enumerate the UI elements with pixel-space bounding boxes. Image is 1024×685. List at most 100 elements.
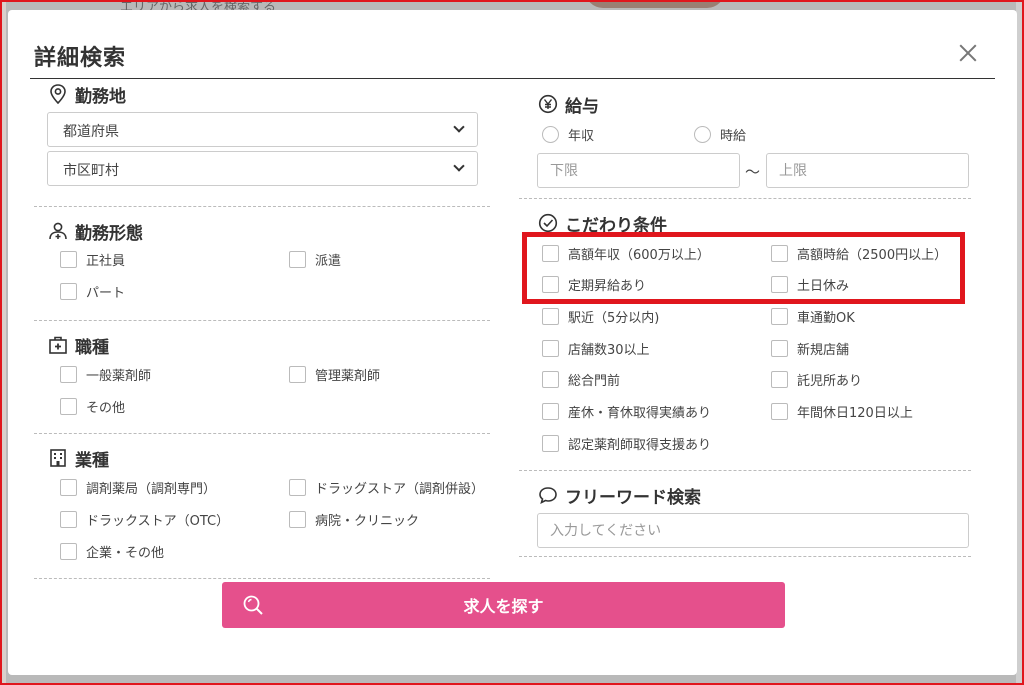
checkbox-pref-high-annual[interactable]: 高額年収（600万以上） — [542, 244, 710, 263]
section-occupation: 職種 一般薬剤師 管理薬剤師 その他 — [34, 321, 490, 434]
section-industry: 業種 調剤薬局（調剤専門） ドラッグストア（調剤併設） ドラックストア（OTC）… — [34, 434, 490, 579]
checkbox-label: 派遣 — [315, 254, 342, 269]
checkbox-box[interactable] — [60, 479, 77, 496]
checkbox-label: 車通勤OK — [797, 311, 855, 326]
checkbox-label: 高額年収（600万以上） — [568, 248, 710, 263]
checkbox-pref-30-stores[interactable]: 店舗数30以上 — [542, 339, 650, 358]
checkbox-box[interactable] — [289, 251, 306, 268]
checkbox-box[interactable] — [771, 371, 788, 388]
checkbox-box[interactable] — [542, 371, 559, 388]
checkbox-box[interactable] — [60, 283, 77, 300]
city-select[interactable]: 市区町村 — [47, 151, 478, 186]
checkbox-box[interactable] — [60, 511, 77, 528]
salary-max-input[interactable] — [766, 153, 969, 188]
checkbox-pref-certification-support[interactable]: 認定薬剤師取得支援あり — [542, 434, 711, 453]
checkbox-box[interactable] — [542, 276, 559, 293]
radio-salary-hourly[interactable]: 時給 — [694, 125, 746, 144]
radio-label: 時給 — [720, 129, 747, 144]
section-heading-freeword: フリーワード検索 — [537, 483, 701, 508]
checkbox-industry-drugstore-otc[interactable]: ドラックストア（OTC） — [60, 510, 229, 529]
freeword-input[interactable] — [537, 513, 969, 548]
checkbox-pref-120-holidays[interactable]: 年間休日120日以上 — [771, 402, 913, 421]
checkbox-box[interactable] — [289, 366, 306, 383]
checkbox-industry-company[interactable]: 企業・その他 — [60, 542, 164, 561]
checkbox-industry-drugstore-dispensing[interactable]: ドラッグストア（調剤併設） — [289, 478, 484, 497]
checkbox-pref-daycare[interactable]: 託児所あり — [771, 370, 862, 389]
radio-button[interactable] — [694, 126, 711, 143]
checkbox-box[interactable] — [542, 308, 559, 325]
checkbox-label: ドラックストア（OTC） — [86, 514, 230, 529]
section-employment: 勤務形態 正社員 派遣 パート — [34, 207, 490, 321]
checkbox-pref-general-hospital-front[interactable]: 総合門前 — [542, 370, 620, 389]
checkbox-box[interactable] — [771, 245, 788, 262]
checkbox-box[interactable] — [542, 403, 559, 420]
checkbox-box[interactable] — [289, 511, 306, 528]
search-jobs-button[interactable]: 求人を探す — [222, 582, 785, 628]
checkbox-label: 調剤薬局（調剤専門） — [86, 482, 217, 497]
checkbox-label: 認定薬剤師取得支援あり — [568, 438, 712, 453]
radio-label: 年収 — [568, 129, 595, 144]
checkbox-industry-dispensing-pharmacy[interactable]: 調剤薬局（調剤専門） — [60, 478, 216, 497]
yen-icon — [537, 93, 559, 115]
checkbox-occupation-manager[interactable]: 管理薬剤師 — [289, 365, 380, 384]
checkbox-box[interactable] — [771, 403, 788, 420]
checkbox-box[interactable] — [542, 340, 559, 357]
left-column: 勤務地 都道府県 市区町村 勤務形態 正社員 派遣 パート 職種 一般薬剤師 管… — [34, 82, 490, 579]
section-label: 勤務形態 — [75, 223, 143, 244]
checkbox-box[interactable] — [289, 479, 306, 496]
checkbox-pref-regular-raise[interactable]: 定期昇給あり — [542, 275, 646, 294]
checkbox-label: パート — [86, 286, 126, 301]
checkbox-pref-weekends-off[interactable]: 土日休み — [771, 275, 849, 294]
checkbox-box[interactable] — [771, 308, 788, 325]
salary-min-input[interactable] — [537, 153, 740, 188]
checkbox-label: 一般薬剤師 — [86, 369, 152, 384]
checkbox-box[interactable] — [60, 543, 77, 560]
checkbox-label: その他 — [86, 401, 126, 416]
section-label: フリーワード検索 — [565, 487, 701, 508]
checkbox-employment-parttime[interactable]: パート — [60, 282, 125, 301]
checkbox-pref-maternity-leave[interactable]: 産休・育休取得実績あり — [542, 402, 711, 421]
checkbox-box[interactable] — [542, 245, 559, 262]
prefecture-select[interactable]: 都道府県 — [47, 112, 478, 147]
checkbox-industry-hospital[interactable]: 病院・クリニック — [289, 510, 419, 529]
section-heading-workplace: 勤務地 — [47, 82, 490, 107]
checkbox-box[interactable] — [771, 276, 788, 293]
close-icon[interactable] — [955, 40, 981, 66]
section-salary: 給与 年収 時給 ～ — [519, 82, 971, 199]
checkbox-pref-new-store[interactable]: 新規店舗 — [771, 339, 849, 358]
checkbox-box[interactable] — [60, 398, 77, 415]
section-preferences: こだわり条件 高額年収（600万以上） 高額時給（2500円以上） 定期昇給あり… — [519, 199, 971, 471]
building-icon — [47, 447, 69, 469]
section-freeword: フリーワード検索 — [519, 471, 971, 557]
background-image — [585, 0, 725, 8]
radio-button[interactable] — [542, 126, 559, 143]
title-divider — [30, 78, 995, 79]
checkbox-pref-high-hourly[interactable]: 高額時給（2500円以上） — [771, 244, 947, 263]
checkbox-occupation-general[interactable]: 一般薬剤師 — [60, 365, 151, 384]
section-heading-employment: 勤務形態 — [47, 219, 143, 244]
section-label: こだわり条件 — [565, 215, 667, 236]
section-label: 業種 — [75, 450, 109, 471]
checkbox-label: 駅近（5分以内) — [568, 311, 660, 326]
checkbox-occupation-other[interactable]: その他 — [60, 397, 125, 416]
checkbox-box[interactable] — [60, 251, 77, 268]
city-select-value: 市区町村 — [63, 163, 119, 179]
checkbox-box[interactable] — [60, 366, 77, 383]
checkbox-employment-fulltime[interactable]: 正社員 — [60, 250, 125, 269]
checkbox-employment-dispatch[interactable]: 派遣 — [289, 250, 341, 269]
speech-bubble-icon — [537, 484, 559, 506]
checkbox-pref-car-commute[interactable]: 車通勤OK — [771, 307, 855, 326]
checkbox-label: 正社員 — [86, 254, 126, 269]
checkbox-label: 託児所あり — [797, 374, 863, 389]
prefecture-select-value: 都道府県 — [63, 124, 119, 140]
checkbox-label: 病院・クリニック — [315, 514, 420, 529]
search-icon — [242, 594, 264, 616]
range-separator: ～ — [745, 163, 761, 181]
checkbox-pref-near-station[interactable]: 駅近（5分以内) — [542, 307, 659, 326]
checkbox-label: 管理薬剤師 — [315, 369, 381, 384]
radio-salary-annual[interactable]: 年収 — [542, 125, 594, 144]
section-heading-industry: 業種 — [47, 446, 109, 471]
checkbox-box[interactable] — [542, 435, 559, 452]
background-page-right — [1016, 0, 1024, 685]
checkbox-box[interactable] — [771, 340, 788, 357]
